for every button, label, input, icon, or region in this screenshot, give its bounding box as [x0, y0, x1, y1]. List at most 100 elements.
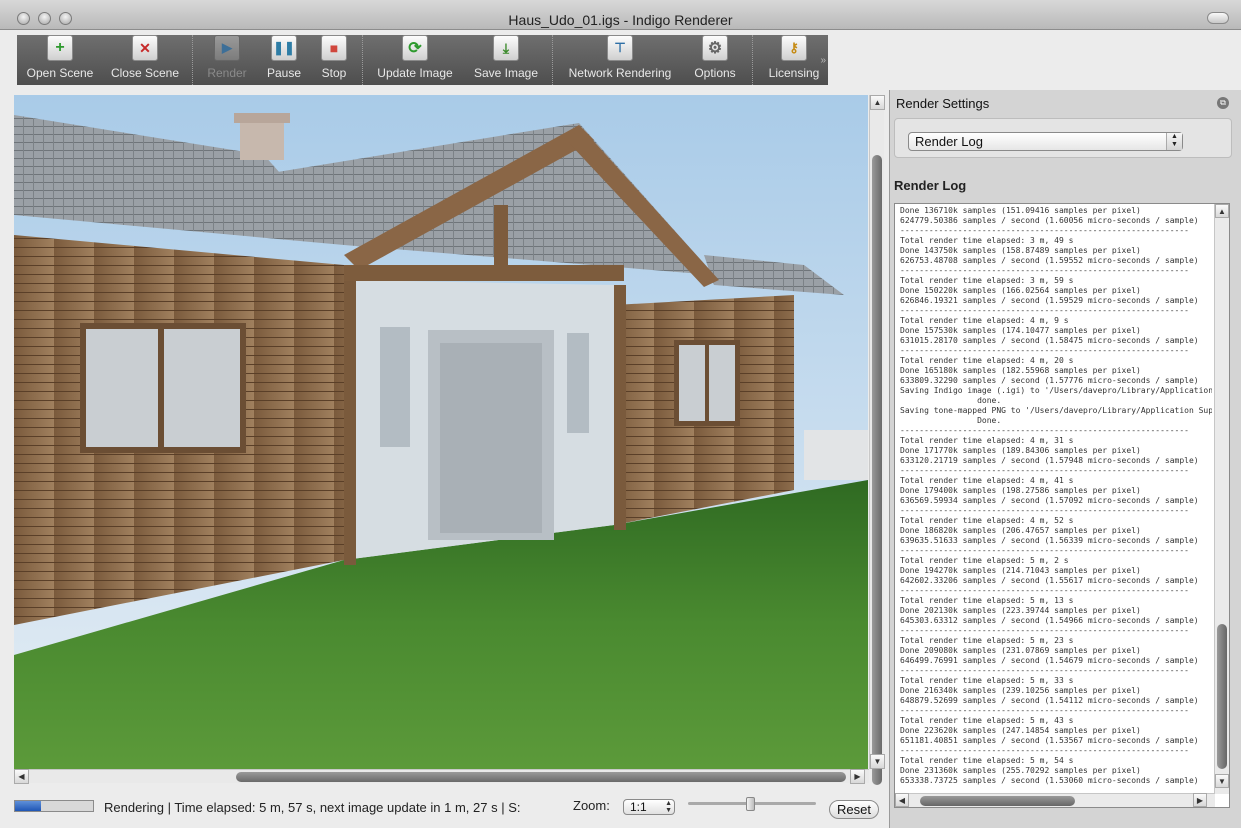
scroll-left-arrow-icon[interactable]: ◀ [895, 793, 909, 807]
stop-button[interactable]: ■ Stop [313, 35, 355, 85]
plus-icon: + [47, 35, 73, 61]
status-bar: Rendering | Time elapsed: 5 m, 57 s, nex… [0, 790, 890, 828]
log-line: Total render time elapsed: 3 m, 59 s [900, 276, 1074, 285]
zoom-slider-knob[interactable] [746, 797, 755, 811]
scroll-down-arrow-icon[interactable]: ▼ [870, 754, 885, 769]
log-line: Done 157530k samples (174.10477 samples … [900, 326, 1141, 335]
save-image-button[interactable]: ⤓ Save Image [469, 35, 543, 85]
toolbar-separator [192, 35, 193, 85]
log-line: Done 231360k samples (255.70292 samples … [900, 766, 1141, 775]
render-log-text: Done 136710k samples (151.09416 samples … [900, 206, 1212, 786]
viewport-vertical-scrollbar[interactable]: ▲ ▼ [869, 95, 885, 785]
scroll-up-arrow-icon[interactable]: ▲ [870, 95, 885, 110]
log-line: Done. [900, 416, 1002, 425]
toolbar: + Open Scene ✕ Close Scene ▶ Render ❚❚ P… [17, 35, 828, 85]
refresh-icon: ⟳ [402, 35, 428, 61]
network-icon: ⊤ [607, 35, 633, 61]
log-line: Saving Indigo image (.igi) to '/Users/da… [900, 386, 1212, 395]
detach-panel-icon[interactable]: ⧉ [1217, 97, 1229, 109]
log-line: Total render time elapsed: 5 m, 13 s [900, 596, 1074, 605]
stepper-arrows-icon: ▲ ▼ [665, 800, 672, 814]
title-bar: Haus_Udo_01.igs - Indigo Renderer [0, 0, 1241, 30]
log-line: 651181.40851 samples / second (1.53567 m… [900, 736, 1199, 745]
toolbar-toggle-button[interactable] [1207, 12, 1229, 24]
log-line: ----------------------------------------… [900, 346, 1189, 355]
log-line: 636569.59934 samples / second (1.57092 m… [900, 496, 1199, 505]
render-viewport[interactable] [14, 95, 868, 769]
stepper-arrows-icon: ▲ ▼ [1166, 133, 1182, 150]
view-select-value: Render Log [915, 134, 983, 149]
log-line: Saving tone-mapped PNG to '/Users/davepr… [900, 406, 1212, 415]
log-horizontal-scroll-thumb[interactable] [920, 796, 1075, 806]
scroll-right-arrow-icon[interactable]: ▶ [850, 769, 865, 784]
zoom-select[interactable]: 1:1 ▲ ▼ [623, 799, 675, 815]
log-line: Done 179400k samples (198.27586 samples … [900, 486, 1141, 495]
log-horizontal-scrollbar[interactable]: ◀ ▶ [895, 793, 1215, 807]
scroll-left-arrow-icon[interactable]: ◀ [14, 769, 29, 784]
log-vertical-scrollbar[interactable]: ▲ ▼ [1214, 204, 1229, 794]
log-line: ----------------------------------------… [900, 466, 1189, 475]
log-line: done. [900, 396, 1002, 405]
render-button[interactable]: ▶ Render [203, 35, 251, 85]
log-line: Done 150220k samples (166.02564 samples … [900, 286, 1141, 295]
viewport-horizontal-scrollbar[interactable]: ◀ ▶ [14, 769, 869, 784]
log-line: 626846.19321 samples / second (1.59529 m… [900, 296, 1199, 305]
log-line: Total render time elapsed: 4 m, 52 s [900, 516, 1074, 525]
scroll-down-arrow-icon[interactable]: ▼ [1215, 774, 1229, 788]
log-line: ----------------------------------------… [900, 666, 1189, 675]
log-line: 633120.21719 samples / second (1.57948 m… [900, 456, 1199, 465]
x-icon: ✕ [132, 35, 158, 61]
log-line: Total render time elapsed: 5 m, 33 s [900, 676, 1074, 685]
viewport-vertical-scroll-thumb[interactable] [872, 155, 882, 785]
zoom-label: Zoom: [573, 798, 610, 813]
log-line: 653338.73725 samples / second (1.53060 m… [900, 776, 1199, 785]
log-line: ----------------------------------------… [900, 306, 1189, 315]
open-scene-button[interactable]: + Open Scene [20, 35, 100, 85]
scroll-right-arrow-icon[interactable]: ▶ [1193, 793, 1207, 807]
status-text: Rendering | Time elapsed: 5 m, 57 s, nex… [104, 800, 521, 815]
toolbar-separator [362, 35, 363, 85]
render-settings-panel: Render Settings ⧉ Render Log ▲ ▼ Render L… [889, 90, 1241, 828]
toolbar-separator [752, 35, 753, 85]
pause-button[interactable]: ❚❚ Pause [261, 35, 307, 85]
log-line: ----------------------------------------… [900, 426, 1189, 435]
log-line: 626753.48708 samples / second (1.59552 m… [900, 256, 1199, 265]
log-vertical-scroll-thumb[interactable] [1217, 624, 1227, 769]
gear-icon: ⚙ [702, 35, 728, 61]
log-line: Total render time elapsed: 4 m, 31 s [900, 436, 1074, 445]
render-log[interactable]: Done 136710k samples (151.09416 samples … [894, 203, 1230, 808]
key-icon: ⚷ [781, 35, 807, 61]
log-line: Total render time elapsed: 3 m, 49 s [900, 236, 1074, 245]
log-line: 624779.50386 samples / second (1.60056 m… [900, 216, 1199, 225]
log-line: ----------------------------------------… [900, 626, 1189, 635]
network-rendering-button[interactable]: ⊤ Network Rendering [565, 35, 675, 85]
toolbar-overflow-button[interactable]: » [820, 55, 826, 66]
log-line: 633809.32290 samples / second (1.57776 m… [900, 376, 1199, 385]
log-line: Total render time elapsed: 5 m, 43 s [900, 716, 1074, 725]
scroll-up-arrow-icon[interactable]: ▲ [1215, 204, 1229, 218]
log-line: 639635.51633 samples / second (1.56339 m… [900, 536, 1199, 545]
log-line: Done 171770k samples (189.84306 samples … [900, 446, 1141, 455]
close-scene-button[interactable]: ✕ Close Scene [105, 35, 185, 85]
log-line: ----------------------------------------… [900, 586, 1189, 595]
log-line: Total render time elapsed: 4 m, 20 s [900, 356, 1074, 365]
window-title: Haus_Udo_01.igs - Indigo Renderer [508, 12, 733, 28]
viewport-horizontal-scroll-thumb[interactable] [236, 772, 846, 782]
view-selector-group: Render Log ▲ ▼ [894, 118, 1232, 158]
licensing-button[interactable]: ⚷ Licensing [763, 35, 825, 85]
view-select[interactable]: Render Log ▲ ▼ [908, 132, 1183, 151]
log-line: 642602.33206 samples / second (1.55617 m… [900, 576, 1199, 585]
log-line: Done 165180k samples (182.55968 samples … [900, 366, 1141, 375]
toolbar-separator [552, 35, 553, 85]
log-line: Done 136710k samples (151.09416 samples … [900, 206, 1141, 215]
options-button[interactable]: ⚙ Options [687, 35, 743, 85]
zoom-value: 1:1 [630, 800, 647, 814]
log-line: 648879.52699 samples / second (1.54112 m… [900, 696, 1199, 705]
log-line: Total render time elapsed: 5 m, 2 s [900, 556, 1069, 565]
update-image-button[interactable]: ⟳ Update Image [373, 35, 457, 85]
rendered-image [14, 95, 868, 769]
log-line: Done 209080k samples (231.07869 samples … [900, 646, 1141, 655]
log-line: Total render time elapsed: 5 m, 54 s [900, 756, 1074, 765]
reset-button[interactable]: Reset [829, 800, 879, 819]
log-line: ----------------------------------------… [900, 546, 1189, 555]
